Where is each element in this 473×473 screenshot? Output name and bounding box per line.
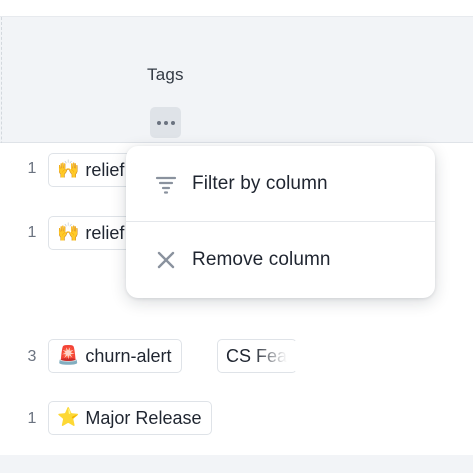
filter-by-column-item[interactable]: Filter by column (126, 146, 435, 221)
filter-by-column-label: Filter by column (192, 172, 328, 194)
raised-hands-icon: 🙌 (57, 222, 80, 243)
tag-label: churn-alert (85, 345, 172, 366)
row-count: 1 (27, 160, 37, 177)
star-icon: ⭐ (57, 407, 80, 428)
tag-chip[interactable]: ⭐ Major Release (48, 401, 213, 435)
table-footer (0, 455, 473, 473)
tag-chip[interactable]: 🙌 relief (48, 153, 136, 187)
more-horizontal-icon-dot (163, 120, 168, 125)
tag-chip[interactable]: 🙌 relief (48, 216, 136, 250)
row-count: 1 (27, 410, 37, 427)
column-header (0, 17, 473, 143)
raised-hands-icon: 🙌 (57, 159, 80, 180)
tag-label: relief (85, 159, 125, 180)
column-options-menu: Filter by column Remove column (126, 146, 435, 298)
remove-column-label: Remove column (192, 248, 331, 270)
row-count: 1 (27, 224, 37, 241)
table-view: Tags 1 🙌 relief 1 🙌 relief 3 🚨 churn-ale… (0, 0, 473, 473)
tag-label: relief (85, 222, 125, 243)
tag-label: Major Release (85, 407, 202, 428)
close-icon (154, 248, 178, 272)
row-count: 3 (27, 348, 37, 365)
tag-chip[interactable]: 🚨 churn-alert (48, 339, 183, 373)
tag-label: CS Fea (226, 345, 288, 366)
column-options-button[interactable] (150, 107, 181, 138)
siren-icon: 🚨 (57, 345, 80, 366)
more-horizontal-icon-dot (170, 120, 175, 125)
top-bar (0, 0, 473, 17)
more-horizontal-icon (156, 120, 161, 125)
filter-icon (154, 172, 178, 196)
column-title: Tags (147, 65, 184, 84)
tag-chip[interactable]: CS Fea (217, 339, 297, 373)
remove-column-item[interactable]: Remove column (126, 222, 435, 297)
